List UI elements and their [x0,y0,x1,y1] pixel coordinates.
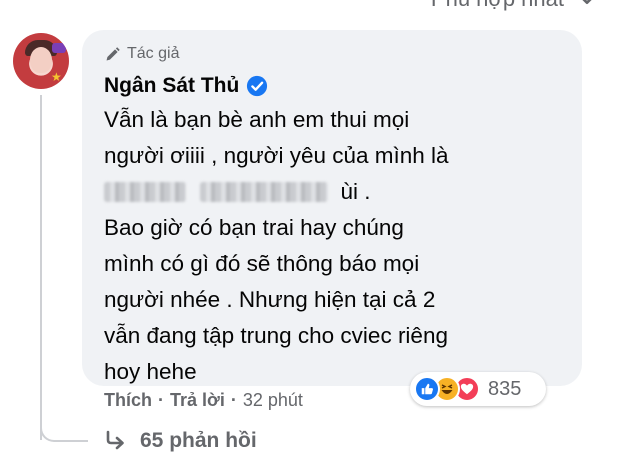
haha-face-glyph [441,384,453,394]
avatar-badge [52,43,66,53]
comment-line-end: ùi . [340,179,371,204]
separator-dot: · [230,390,237,410]
thread-connector [40,418,88,442]
like-icon [414,376,440,402]
comment-line: người ơiiii , người yêu của mình là [104,143,449,168]
sort-label: Phù hợp nhất [431,0,564,12]
comment-line: vẫn đang tập trung cho cviec riêng [104,323,448,348]
author-name[interactable]: Ngân Sát Thủ [104,74,239,98]
comment-text: Vẫn là bạn bè anh em thui mọi người ơiii… [104,102,574,390]
comment-bubble: Tác giả Ngân Sát Thủ Vẫn là bạn bè anh e… [82,30,582,386]
avatar-face [30,47,52,73]
thumbs-up-glyph [421,383,433,395]
comment-actions: Thích · Trả lời · 32 phút [104,390,303,411]
comment-line: mình có gì đó sẽ thông báo mọi [104,251,420,276]
reaction-count: 835 [488,377,522,400]
star-icon: ★ [51,70,62,84]
thread-line [40,95,42,440]
reactions-summary[interactable]: 835 [410,372,546,406]
sort-dropdown[interactable]: Phù hợp nhất [431,0,598,12]
heart-glyph [460,383,474,395]
pen-icon [106,46,120,60]
redacted-name-blur [104,182,186,202]
comment-line-redacted: ùi . [104,174,574,210]
chevron-down-icon [582,0,592,5]
view-replies-button[interactable]: 65 phản hồi [104,429,257,453]
comment-line: người nhée . Nhưng hiện tại cả 2 [104,287,436,312]
author-badge: Tác giả [104,45,179,63]
reply-button[interactable]: Trả lời [170,390,225,411]
comment-line: Bao giờ có bạn trai hay chúng [104,215,404,240]
verified-badge-icon [247,75,268,97]
like-button[interactable]: Thích [104,390,152,411]
author-avatar[interactable]: ★ [13,33,69,89]
redacted-name-blur [200,182,329,202]
comment-line: Vẫn là bạn bè anh em thui mọi [104,107,410,132]
comment-timestamp[interactable]: 32 phút [243,390,303,411]
author-badge-label: Tác giả [127,45,180,62]
author-row: Ngân Sát Thủ [104,74,268,98]
replies-count-label: 65 phản hồi [140,429,257,452]
reply-arrow-icon [106,430,124,450]
separator-dot: · [158,390,164,410]
